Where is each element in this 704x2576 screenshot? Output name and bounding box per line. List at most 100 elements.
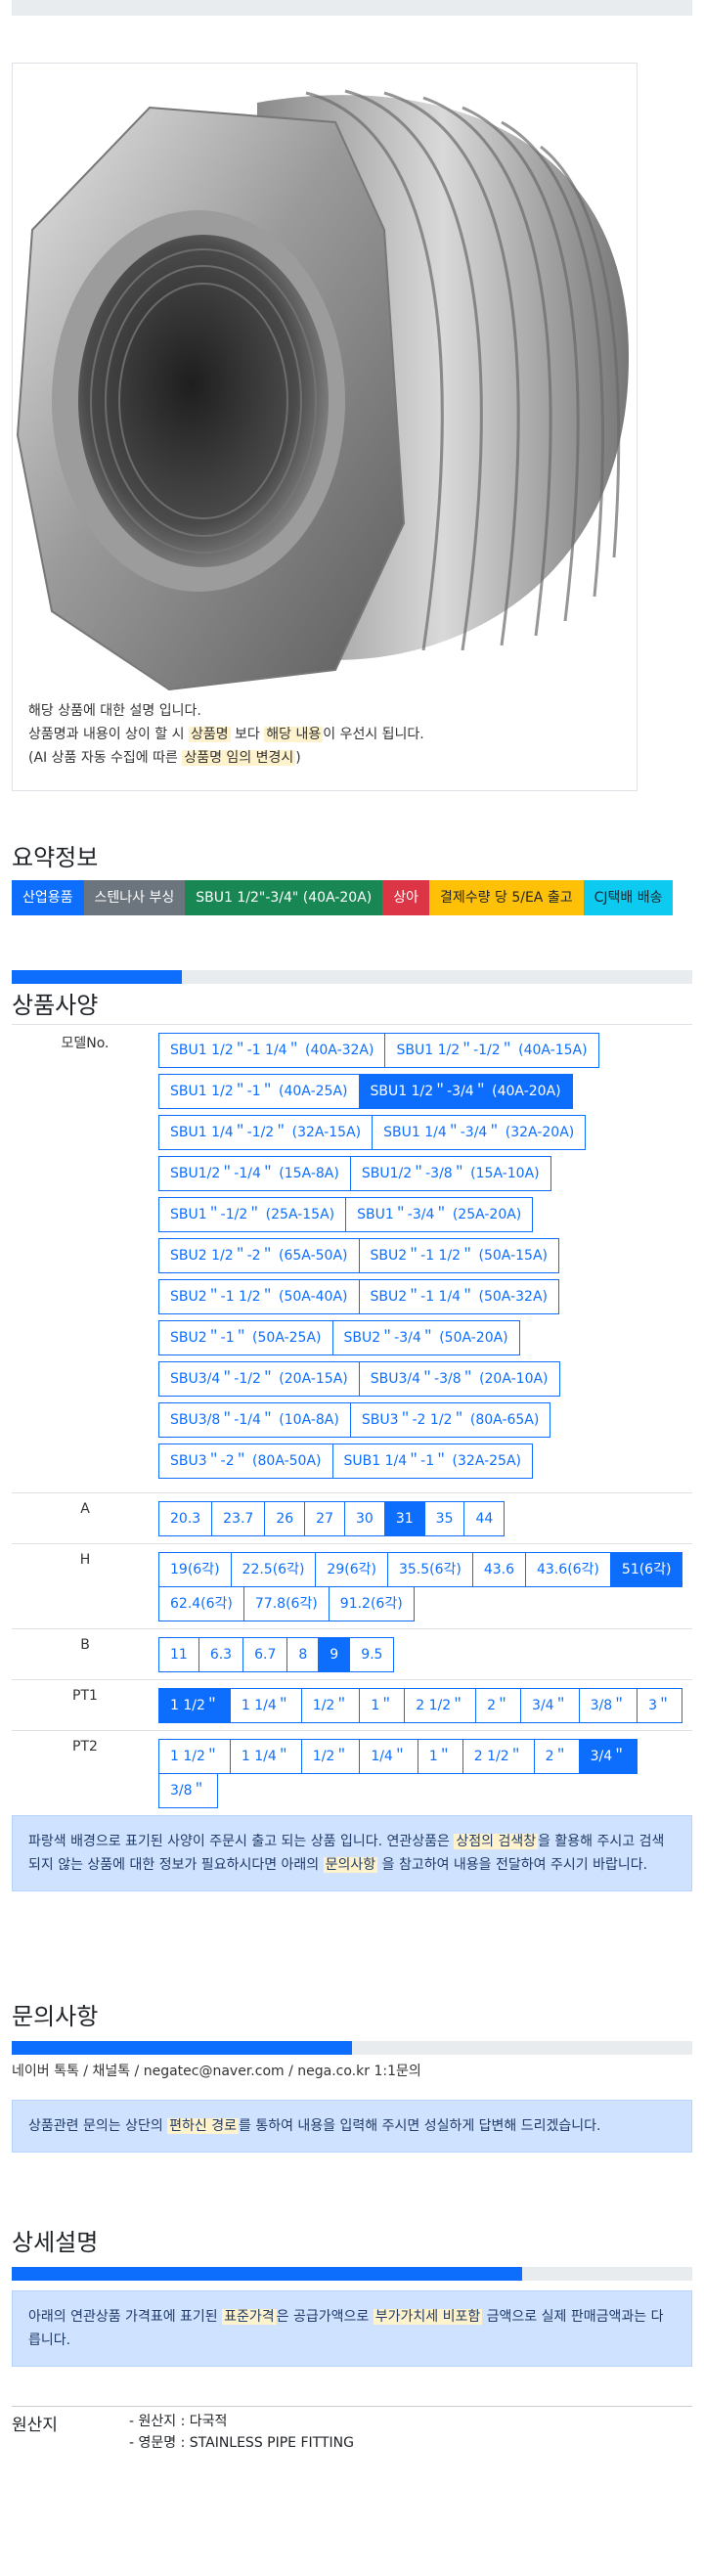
a-option[interactable]: 44 [463, 1501, 506, 1536]
h-option[interactable]: 43.6(6각) [525, 1552, 611, 1587]
badge-delivery: CJ택배 배송 [583, 880, 674, 915]
h-option[interactable]: 77.8(6각) [242, 1586, 330, 1621]
badge-product-type: 스텐나사 부싱 [83, 880, 186, 915]
pt1-option[interactable]: 1 1/2＂ [158, 1688, 231, 1723]
spec-row-pt2: PT2 1 1/2＂ 1 1/4＂ 1/2＂ 1/4＂ 1＂ 2 1/2＂ 2＂ 3/4＂ 3/… [12, 1730, 692, 1815]
pt2-option[interactable]: 1＂ [417, 1739, 463, 1774]
notice-text: 을 참고하여 내용을 전달하여 주시기 바랍니다. [377, 1857, 648, 1873]
highlight-product-name: 상품명 [188, 727, 231, 742]
h-option[interactable]: 51(6각) [609, 1552, 683, 1587]
model-option[interactable]: SBU1 1/2＂-3/4＂ (40A-20A) [358, 1074, 573, 1109]
b-option[interactable]: 6.7 [242, 1637, 288, 1672]
model-option[interactable]: SBU1/2＂-3/8＂ (15A-10A) [349, 1156, 551, 1191]
pt2-options: 1 1/2＂ 1 1/4＂ 1/2＂ 1/4＂ 1＂ 2 1/2＂ 2＂ 3/4＂ 3/8＂ [158, 1739, 682, 1808]
model-option[interactable]: SBU3/4＂-3/8＂ (20A-10A) [358, 1361, 560, 1397]
pt2-option[interactable]: 1 1/2＂ [158, 1739, 231, 1774]
spec-row-pt1: PT1 1 1/2＂ 1 1/4＂ 1/2＂ 1＂ 2 1/2＂ 2＂ 3/4＂ 3/8＂ 3＂ [12, 1679, 692, 1731]
pt1-option[interactable]: 3/8＂ [578, 1688, 638, 1723]
model-option[interactable]: SBU2 1/2＂-2＂ (65A-50A) [158, 1238, 360, 1273]
model-option[interactable]: SBU2＂-1 1/2＂ (50A-15A) [358, 1238, 559, 1273]
h-option[interactable]: 43.6 [471, 1552, 527, 1587]
pt1-option[interactable]: 3＂ [637, 1688, 683, 1723]
inquiry-progress [12, 2041, 692, 2055]
spec-label-model: 모델No. [12, 1024, 158, 1493]
h-option[interactable]: 29(6각) [315, 1552, 388, 1587]
model-option[interactable]: SBU2＂-3/4＂ (50A-20A) [331, 1320, 520, 1355]
model-option[interactable]: SBU2＂-1 1/4＂ (50A-32A) [358, 1279, 559, 1314]
a-option[interactable]: 35 [423, 1501, 465, 1536]
b-option[interactable]: 11 [158, 1637, 199, 1672]
model-option[interactable]: SBU3/8＂-1/4＂ (10A-8A) [158, 1402, 351, 1438]
a-options: 20.3 23.7 26 27 30 31 35 44 [158, 1501, 682, 1536]
pt1-option[interactable]: 1 1/4＂ [229, 1688, 302, 1723]
pt2-option[interactable]: 3/4＂ [578, 1739, 638, 1774]
spec-table: 모델No. SBU1 1/2＂-1 1/4＂ (40A-32A) SBU1 1/2… [12, 1024, 692, 1815]
model-option[interactable]: SBU1 1/4＂-3/4＂ (32A-20A) [372, 1115, 587, 1150]
b-option[interactable]: 8 [286, 1637, 320, 1672]
model-option[interactable]: SBU1 1/2＂-1 1/4＂ (40A-32A) [158, 1033, 386, 1068]
pt1-option[interactable]: 3/4＂ [520, 1688, 580, 1723]
spec-row-h: H 19(6각) 22.5(6각) 29(6각) 35.5(6각) 43.6 43.6(6… [12, 1543, 692, 1629]
detail-section: 상세설명 아래의 연관상품 가격표에 표기된 표준가격 은 공급가액으로 부가가치… [12, 2223, 692, 2454]
pt1-option[interactable]: 2＂ [475, 1688, 522, 1723]
summary-badges: 산업용품 스텐나사 부싱 SBU1 1/2"-3/4" (40A-20A) 상아… [12, 880, 686, 915]
notice-text: 아래의 연관상품 가격표에 표기된 [28, 2309, 223, 2325]
model-option[interactable]: SBU1/2＂-1/4＂ (15A-8A) [158, 1156, 351, 1191]
bushing-illustration [16, 89, 629, 691]
pt1-option[interactable]: 2 1/2＂ [404, 1688, 477, 1723]
model-option[interactable]: SBU1 1/2＂-1＂ (40A-25A) [158, 1074, 360, 1109]
image-note-line3: (AI 상품 자동 수집에 따른 상품명 임의 변경시) [28, 746, 424, 770]
notice-text: 를 통하여 내용을 입력해 주시면 성실하게 답변해 드리겠습니다. [239, 2118, 601, 2134]
pt2-option[interactable]: 1/4＂ [359, 1739, 418, 1774]
h-option[interactable]: 35.5(6각) [386, 1552, 473, 1587]
pt2-option[interactable]: 1/2＂ [300, 1739, 361, 1774]
pt2-option[interactable]: 2 1/2＂ [462, 1739, 535, 1774]
summary-section: 요약정보 산업용품 스텐나사 부싱 SBU1 1/2"-3/4" (40A-20… [12, 838, 692, 915]
spec-title: 상품사양 [12, 992, 99, 1019]
origin-english-name: - 영문명 : STAINLESS PIPE FITTING [129, 2435, 354, 2451]
note-text: 이 우선시 됩니다. [323, 727, 424, 742]
b-option[interactable]: 6.3 [198, 1637, 244, 1672]
pt2-option[interactable]: 1 1/4＂ [229, 1739, 302, 1774]
model-option[interactable]: SBU3＂-2＂ (80A-50A) [158, 1443, 333, 1479]
model-option[interactable]: SBU3＂-2 1/2＂ (80A-65A) [349, 1402, 551, 1438]
b-option[interactable]: 9 [318, 1637, 351, 1672]
model-option[interactable]: SBU3/4＂-1/2＂ (20A-15A) [158, 1361, 360, 1397]
pt1-option[interactable]: 1/2＂ [300, 1688, 361, 1723]
note-text: 상품명과 내용이 상이 할 시 [28, 727, 189, 742]
spec-notice: 파랑색 배경으로 표기된 사양이 주문시 출고 되는 상품 입니다. 연관상품은… [12, 1815, 692, 1891]
a-option[interactable]: 31 [383, 1501, 425, 1536]
model-option[interactable]: SUB1 1/4＂-1＂ (32A-25A) [331, 1443, 534, 1479]
spec-row-b: B 11 6.3 6.7 8 9 9.5 [12, 1628, 692, 1680]
pt1-option[interactable]: 1＂ [359, 1688, 406, 1723]
model-option[interactable]: SBU1＂-1/2＂ (25A-15A) [158, 1197, 347, 1232]
model-option[interactable]: SBU1 1/4＂-1/2＂ (32A-15A) [158, 1115, 374, 1150]
h-options: 19(6각) 22.5(6각) 29(6각) 35.5(6각) 43.6 43.6(6각)… [158, 1552, 683, 1621]
spec-label-pt2: PT2 [12, 1730, 158, 1815]
notice-text: 은 공급가액으로 [276, 2309, 374, 2325]
a-option[interactable]: 23.7 [211, 1501, 266, 1536]
model-option[interactable]: SBU1 1/2＂-1/2＂ (40A-15A) [384, 1033, 599, 1068]
b-options: 11 6.3 6.7 8 9 9.5 [158, 1637, 682, 1672]
pt2-option[interactable]: 2＂ [533, 1739, 580, 1774]
inquiry-links[interactable]: 네이버 톡톡 / 채널톡 / negatec@naver.com / nega.… [12, 2061, 692, 2080]
image-note-line1: 해당 상품에 대한 설명 입니다. [28, 703, 201, 719]
h-option[interactable]: 62.4(6각) [158, 1586, 244, 1621]
a-option[interactable]: 20.3 [158, 1501, 213, 1536]
h-option[interactable]: 22.5(6각) [230, 1552, 317, 1587]
highlight-content: 해당 내용 [264, 727, 324, 742]
spec-section: 상품사양 모델No. SBU1 1/2＂-1 1/4＂ (40A-32A) SBU… [12, 970, 692, 1891]
model-option[interactable]: SBU2＂-1＂ (50A-25A) [158, 1320, 333, 1355]
h-option[interactable]: 19(6각) [158, 1552, 232, 1587]
highlight-vat: 부가가치세 비포함 [373, 2309, 483, 2325]
a-option[interactable]: 26 [264, 1501, 306, 1536]
h-option[interactable]: 91.2(6각) [328, 1586, 415, 1621]
pt2-option[interactable]: 3/8＂ [158, 1773, 218, 1808]
model-option[interactable]: SBU2＂-1 1/2＂ (50A-40A) [158, 1279, 360, 1314]
a-option[interactable]: 30 [344, 1501, 385, 1536]
notice-text: 파랑색 배경으로 표기된 사양이 주문시 출고 되는 상품 입니다. 연관상품은 [28, 1834, 455, 1849]
badge-color: 상아 [382, 880, 430, 915]
model-option[interactable]: SBU1＂-3/4＂ (25A-20A) [345, 1197, 534, 1232]
b-option[interactable]: 9.5 [349, 1637, 395, 1672]
a-option[interactable]: 27 [304, 1501, 345, 1536]
